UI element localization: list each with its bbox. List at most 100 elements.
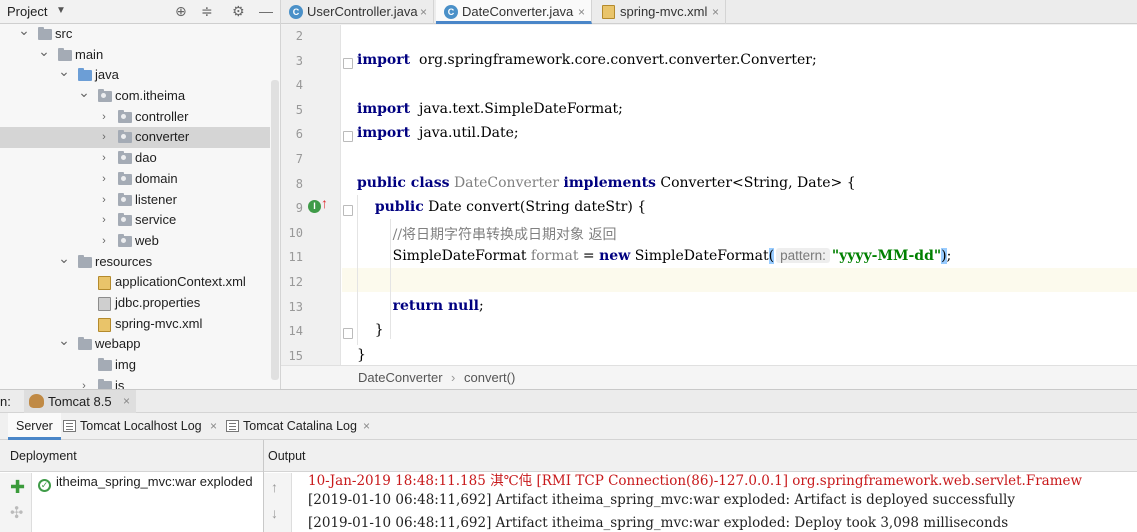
artifact-label: itheima_spring_mvc:war exploded <box>56 474 253 489</box>
breadcrumb-method[interactable]: convert() <box>464 370 515 385</box>
go-to-super-arrow-icon[interactable]: ↑ <box>321 195 328 211</box>
class-icon: C <box>289 5 303 19</box>
code-token: = <box>578 248 600 265</box>
close-icon[interactable]: × <box>363 413 370 440</box>
tree-item[interactable]: img <box>0 355 270 376</box>
run-subtabs: Server Tomcat Localhost Log × Tomcat Cat… <box>0 413 1137 440</box>
tree-item[interactable]: › web <box>0 231 270 252</box>
tree-item[interactable]: ⌄ java <box>0 63 270 86</box>
line-number: 15 <box>288 348 303 363</box>
tab-tomcat-localhost-log[interactable]: Tomcat Localhost Log × <box>63 413 217 440</box>
chevron-right-icon[interactable]: › <box>98 210 110 231</box>
chevron-down-icon[interactable]: ⌄ <box>58 248 70 269</box>
minimize-icon[interactable]: — <box>259 3 273 19</box>
package-dot <box>121 175 126 181</box>
implements-method-icon[interactable]: I <box>308 200 321 213</box>
target-icon[interactable]: ⊕ <box>175 3 187 19</box>
close-icon[interactable]: × <box>578 0 585 24</box>
folder-icon <box>58 47 72 61</box>
run-tool-header: n: Tomcat 8.5 × <box>0 389 1137 413</box>
output-toolbar: ↑ ↓ <box>264 473 292 532</box>
code-token: Converter<String, Date> { <box>655 174 856 191</box>
folder-icon <box>78 337 92 351</box>
chevron-down-icon[interactable]: ⌄ <box>18 20 30 41</box>
close-icon[interactable]: × <box>420 0 427 24</box>
project-tool-window: Project ▼ ⊕ ≑ ⚙ — ⌄ src ⌄ main ⌄ java ⌄ com.ith… <box>0 0 281 389</box>
fold-marker-icon[interactable] <box>343 57 353 69</box>
run-config-tab[interactable]: Tomcat 8.5 × <box>24 390 136 413</box>
code-token: import <box>357 51 411 68</box>
tab-server[interactable]: Server <box>8 413 61 440</box>
output-header: Output <box>264 440 1137 472</box>
tree-item[interactable]: › converter <box>0 127 270 149</box>
tab-user-controller[interactable]: C UserController.java × <box>281 0 434 24</box>
chevron-right-icon[interactable]: › <box>98 169 110 190</box>
code-token: "yyyy-MM-dd" <box>831 248 942 265</box>
chevron-right-icon[interactable]: › <box>98 107 110 128</box>
class-icon: C <box>444 5 458 19</box>
close-icon[interactable]: × <box>123 390 130 413</box>
tab-spring-mvc-xml[interactable]: spring-mvc.xml × <box>594 0 726 24</box>
tab-date-converter[interactable]: C DateConverter.java × <box>436 0 592 24</box>
chevron-right-icon[interactable]: › <box>98 148 110 169</box>
tree-item-label: converter <box>135 129 190 145</box>
tab-tomcat-catalina-log[interactable]: Tomcat Catalina Log × <box>226 413 370 440</box>
tree-item[interactable]: ⌄ main <box>0 43 270 66</box>
tree-item[interactable]: spring-mvc.xml <box>0 314 270 335</box>
chevron-down-icon[interactable]: ⌄ <box>58 330 70 351</box>
tree-item[interactable]: ⌄ com.itheima <box>0 84 270 107</box>
chevron-down-icon[interactable]: ▼ <box>56 5 66 16</box>
editor-tab-bar: C UserController.java × C DateConverter.… <box>281 0 1137 24</box>
tree-item[interactable]: › listener <box>0 190 270 211</box>
line-number: 9 <box>295 201 303 216</box>
chevron-down-icon[interactable]: ⌄ <box>38 41 50 62</box>
tree-item[interactable]: › service <box>0 210 270 231</box>
tree-item[interactable]: › dao <box>0 148 270 169</box>
folder-icon <box>98 378 112 389</box>
chevron-right-icon[interactable]: › <box>98 231 110 252</box>
chevron-down-icon[interactable]: ⌄ <box>58 61 70 82</box>
tree-item[interactable]: ⌄ webapp <box>0 332 270 355</box>
chevron-down-icon[interactable]: ⌄ <box>78 82 90 103</box>
code-token: org.springframework.core.convert.convert… <box>410 51 817 68</box>
deployment-artifact[interactable]: ✓ itheima_spring_mvc:war exploded <box>38 474 253 492</box>
code-token: return null <box>392 297 479 314</box>
chevron-right-icon[interactable]: › <box>98 127 110 148</box>
tree-item[interactable]: jdbc.properties <box>0 293 270 314</box>
scroll-down-icon[interactable]: ↓ <box>271 505 278 521</box>
code-line: return null; <box>357 298 484 314</box>
close-icon[interactable]: × <box>210 413 217 440</box>
code-line: import java.text.SimpleDateFormat; <box>357 101 623 117</box>
scroll-up-icon[interactable]: ↑ <box>271 479 278 495</box>
fold-marker-icon[interactable] <box>343 328 353 340</box>
tree-scrollbar[interactable] <box>271 80 279 380</box>
undeploy-icon[interactable]: ✣ <box>10 503 23 523</box>
collapse-all-icon[interactable]: ≑ <box>201 3 213 19</box>
fold-marker-icon[interactable] <box>343 205 353 217</box>
code-token: DateConverter <box>453 174 560 191</box>
code-token: implements <box>563 174 656 191</box>
chevron-right-icon[interactable]: › <box>78 376 90 389</box>
line-number: 3 <box>295 53 303 68</box>
line-number: 6 <box>295 127 303 142</box>
tree-item[interactable]: › js <box>0 376 270 389</box>
tree-item[interactable]: applicationContext.xml <box>0 272 270 293</box>
chevron-right-icon[interactable]: › <box>98 190 110 211</box>
tree-item[interactable]: › domain <box>0 169 270 190</box>
project-view-selector[interactable]: Project <box>7 4 47 19</box>
gear-icon[interactable]: ⚙ <box>232 3 245 19</box>
code-editor[interactable]: 2 3 4 5 6 7 8 9 10 11 12 13 14 15 import org.springfr… <box>281 25 1137 365</box>
tree-item-label: service <box>135 212 177 228</box>
package-dot <box>121 237 126 243</box>
tree-item[interactable]: › controller <box>0 107 270 128</box>
code-token: new <box>599 248 631 265</box>
code-token: //将日期字符串转换成日期对象 返回 <box>392 226 617 243</box>
deploy-icon[interactable]: ✚ <box>10 477 25 498</box>
tab-label: Server <box>16 419 53 433</box>
code-line: } <box>357 322 384 338</box>
breadcrumb-class[interactable]: DateConverter <box>358 370 443 385</box>
tree-item-label: java <box>95 67 119 83</box>
close-icon[interactable]: × <box>712 0 719 24</box>
fold-marker-icon[interactable] <box>343 131 353 143</box>
tree-item[interactable]: ⌄ resources <box>0 250 270 273</box>
